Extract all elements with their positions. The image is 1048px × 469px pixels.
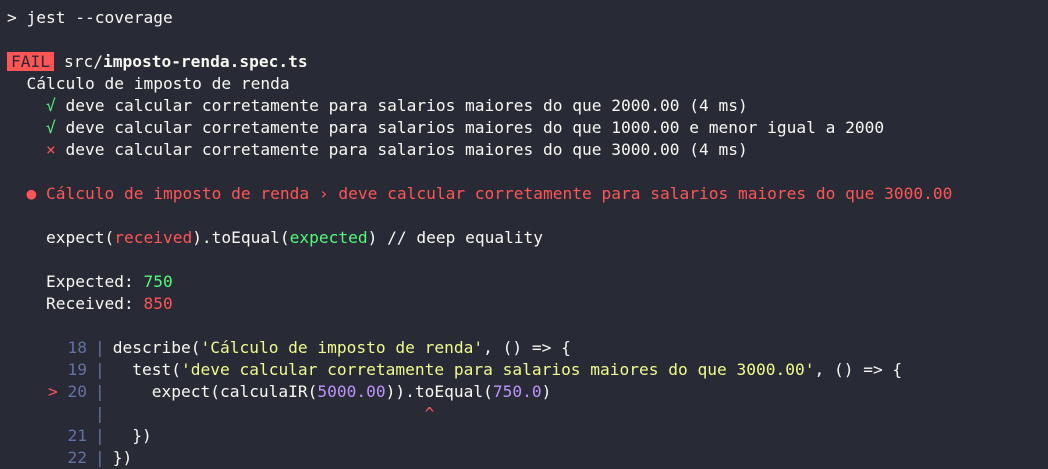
prompt-symbol: >	[7, 8, 17, 27]
error-line-marker: >	[48, 382, 58, 401]
file-path-dir: src/	[63, 52, 103, 71]
caret-icon: ^	[424, 404, 435, 423]
check-icon: √	[45, 96, 56, 115]
line-number: 21	[67, 426, 88, 445]
line-number: 19	[67, 360, 88, 379]
line-number: 20	[67, 382, 88, 401]
command-line: > jest --coverage	[7, 7, 1048, 29]
code-line-22: 22 |})	[7, 447, 1048, 469]
cross-icon: ×	[45, 140, 56, 159]
test-file-result: FAIL src/imposto-renda.spec.ts	[7, 51, 1048, 73]
bullet-icon: ●	[26, 184, 37, 203]
expected-value: 750	[143, 272, 173, 291]
expect-hint: expect(received).toEqual(expected) // de…	[45, 228, 544, 247]
line-number: 18	[67, 338, 88, 357]
file-path-name: imposto-renda.spec.ts	[102, 52, 308, 71]
caret-line: | ^	[95, 404, 435, 423]
code-line-19: 19 | test('deve calcular corretamente par…	[7, 359, 1048, 381]
command-text: jest --coverage	[26, 8, 173, 27]
test-item-pass: √ deve calcular corretamente para salari…	[45, 118, 885, 137]
fail-badge: FAIL	[7, 52, 54, 71]
code-line-20: > 20 | expect(calculaIR(5000.00)).toEqual…	[48, 382, 552, 401]
code-line-18: 18 | describe('Cálculo de imposto de renda…	[7, 337, 1048, 359]
expected-line: Expected: 750	[45, 272, 173, 291]
terminal[interactable]: > jest --coverage FAIL src/imposto-renda.…	[0, 0, 1048, 469]
line-number: 22	[67, 448, 88, 467]
suite-name: Cálculo de imposto de renda	[26, 74, 290, 93]
received-value: 850	[143, 294, 173, 313]
check-icon: √	[45, 118, 56, 137]
received-line: Received: 850	[45, 294, 173, 313]
test-item-fail: × deve calcular corretamente para salari…	[45, 140, 748, 159]
code-line-21: 21 | })	[7, 425, 1048, 447]
failure-title: ● Cálculo de imposto de renda › deve cal…	[26, 184, 953, 203]
test-item-pass: √ deve calcular corretamente para salari…	[45, 96, 748, 115]
